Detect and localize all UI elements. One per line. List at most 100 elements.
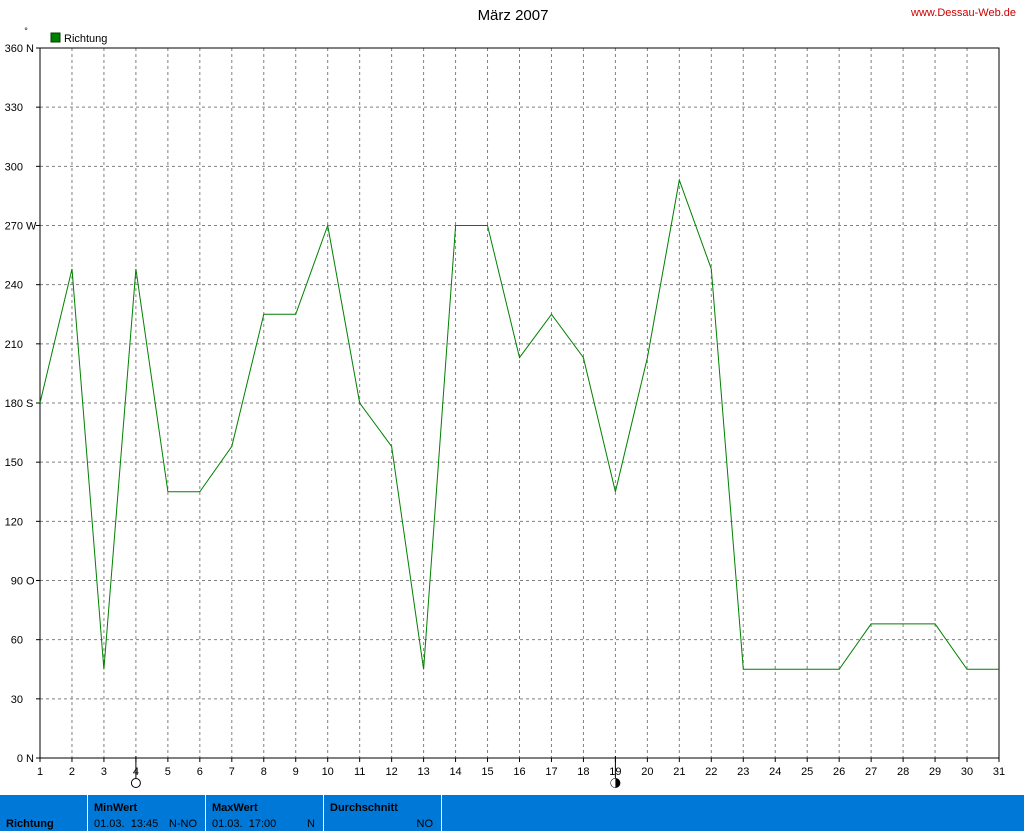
y-tick-label: 150: [5, 457, 23, 469]
y-tick-label: 60: [11, 635, 23, 647]
summary-bar: Richtung MinWert 01.03. 13:45 N-NO MaxWe…: [0, 795, 1024, 831]
min-value: N-NO: [168, 818, 197, 830]
data-point: [678, 179, 681, 182]
data-point: [934, 622, 937, 625]
chart-title: März 2007: [478, 7, 549, 24]
data-point: [39, 402, 42, 405]
x-tick-label: 25: [801, 766, 813, 778]
y-tick-label: 0: [17, 753, 23, 765]
x-tick-label: 22: [705, 766, 717, 778]
x-tick-label: 13: [417, 766, 429, 778]
x-tick-label: 1: [37, 766, 43, 778]
y-direction-label: W: [26, 221, 37, 233]
x-tick-label: 12: [386, 766, 398, 778]
y-direction-label: N: [26, 43, 34, 55]
x-tick-label: 10: [322, 766, 334, 778]
data-point: [774, 668, 777, 671]
x-tick-label: 7: [229, 766, 235, 778]
data-point: [262, 313, 265, 316]
x-tick-label: 31: [993, 766, 1005, 778]
x-tick-label: 9: [293, 766, 299, 778]
data-point: [326, 224, 329, 227]
min-time-text: 13:45: [130, 818, 159, 830]
data-point: [870, 622, 873, 625]
x-tick-label: 3: [101, 766, 107, 778]
x-tick-label: 14: [449, 766, 461, 778]
x-tick-label: 23: [737, 766, 749, 778]
data-point: [166, 490, 169, 493]
average-value: NO: [416, 818, 434, 830]
x-tick-label: 24: [769, 766, 781, 778]
y-tick-label: 180: [5, 398, 23, 410]
min-date-text: 01.03.: [94, 818, 125, 830]
max-value: N: [307, 818, 315, 830]
min-value-cell: MinWert 01.03. 13:45 N-NO: [88, 795, 206, 831]
data-point: [390, 445, 393, 448]
legend: Richtung: [50, 32, 107, 45]
x-tick-label: 16: [513, 766, 525, 778]
data-point: [966, 668, 969, 671]
data-point: [614, 490, 617, 493]
data-point: [102, 668, 105, 671]
y-direction-label: O: [26, 576, 35, 588]
x-tick-label: 18: [577, 766, 589, 778]
y-tick-label: 210: [5, 339, 23, 351]
data-point: [838, 668, 841, 671]
data-point: [550, 313, 553, 316]
data-point: [70, 267, 73, 270]
data-point: [582, 356, 585, 359]
x-tick-label: 8: [261, 766, 267, 778]
x-tick-label: 27: [865, 766, 877, 778]
data-point: [806, 668, 809, 671]
x-tick-label: 30: [961, 766, 973, 778]
data-point: [998, 668, 1001, 671]
site-link[interactable]: www.Dessau-Web.de: [910, 7, 1016, 19]
y-tick-label: 240: [5, 280, 23, 292]
x-tick-label: 20: [641, 766, 653, 778]
summary-row-label: Richtung: [6, 818, 54, 830]
max-date-text: 01.03.: [212, 818, 243, 830]
x-tick-label: 6: [197, 766, 203, 778]
y-tick-label: 270: [5, 221, 23, 233]
x-tick-label: 11: [354, 766, 365, 778]
data-point: [198, 490, 201, 493]
x-tick-label: 5: [165, 766, 171, 778]
unit-symbol: °: [24, 26, 28, 36]
data-point: [134, 267, 137, 270]
summary-row-label-cell: Richtung: [0, 795, 88, 831]
legend-label: Richtung: [64, 33, 107, 45]
min-header: MinWert: [94, 802, 138, 814]
y-tick-label: 360: [5, 43, 23, 55]
data-point: [486, 224, 489, 227]
grid: [40, 48, 999, 758]
y-direction-label: N: [26, 753, 34, 765]
min-date: 01.03. 13:45: [94, 818, 158, 830]
max-header: MaxWert: [212, 802, 258, 814]
y-axis: 0 N306090 O120150180 S210240270 W300330360 N: [5, 43, 40, 765]
y-tick-label: 300: [5, 161, 23, 173]
y-tick-label: 330: [5, 102, 23, 114]
max-date: 01.03. 17:00: [212, 818, 276, 830]
x-tick-label: 28: [897, 766, 909, 778]
y-tick-label: 30: [11, 694, 23, 706]
data-point: [358, 402, 361, 405]
x-axis: 1234567891011121314151617181920212223242…: [37, 758, 1005, 778]
data-point: [230, 445, 233, 448]
data-point: [454, 224, 457, 227]
average-cell: Durchschnitt NO: [324, 795, 442, 831]
y-tick-label: 120: [5, 516, 23, 528]
data-point: [518, 356, 521, 359]
x-tick-label: 26: [833, 766, 845, 778]
x-tick-label: 2: [69, 766, 75, 778]
data-point: [902, 622, 905, 625]
data-point: [422, 668, 425, 671]
x-tick-label: 29: [929, 766, 941, 778]
data-point: [742, 668, 745, 671]
chart-area: März 2007 www.Dessau-Web.de ° Richtung 0…: [5, 7, 1016, 788]
max-value-cell: MaxWert 01.03. 17:00 N: [206, 795, 324, 831]
full-moon-icon: [130, 778, 141, 788]
data-point: [646, 356, 649, 359]
y-direction-label: S: [26, 398, 33, 410]
data-point: [294, 313, 297, 316]
data-point: [710, 267, 713, 270]
